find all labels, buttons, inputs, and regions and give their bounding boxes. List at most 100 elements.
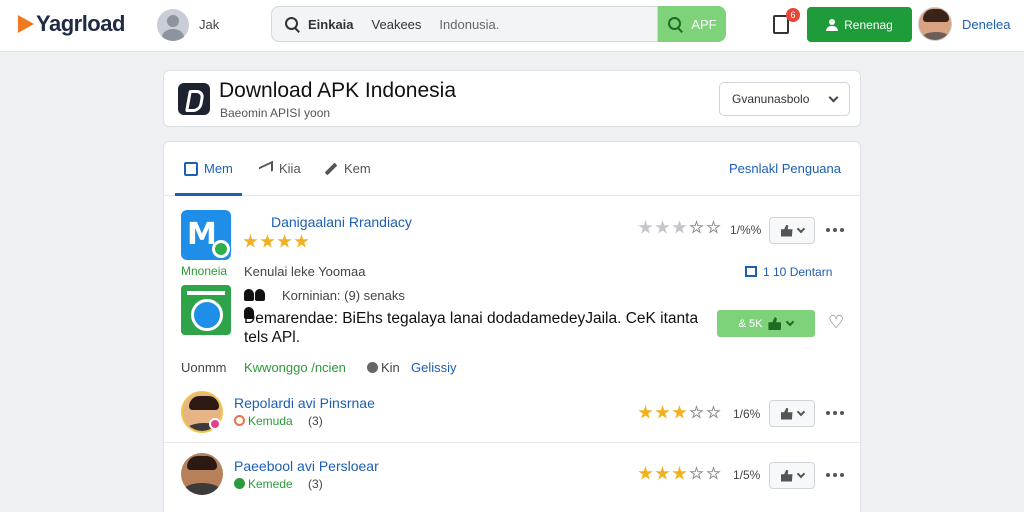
thumbs-up-icon <box>184 161 198 176</box>
post-category[interactable]: Kwwonggo /ncien <box>244 360 346 375</box>
thumbs-up-icon <box>780 469 793 482</box>
site-logo[interactable]: Yagrload <box>18 11 125 37</box>
star-icon <box>638 220 653 234</box>
register-label: Renenag <box>844 17 893 32</box>
green-like-button[interactable]: & 5K <box>717 310 815 337</box>
star-icon <box>655 466 670 480</box>
sort-select-value: Gvanunasbolo <box>732 92 810 106</box>
download-count-text: 1 10 Dentarn <box>763 265 833 279</box>
chevron-down-icon <box>786 317 795 327</box>
star-icon <box>638 405 653 419</box>
app-star-rating <box>243 234 309 249</box>
tab-right-link[interactable]: Pesnlakl Penguana <box>729 161 841 176</box>
star-icon <box>260 234 275 248</box>
reviewer-meta-text: Kemuda <box>248 414 293 428</box>
heart-icon[interactable] <box>828 312 844 333</box>
user-avatar[interactable] <box>157 9 189 41</box>
review-stars <box>638 405 721 420</box>
star-icon <box>672 220 687 234</box>
app-description: Kenulai leke Yoomaa <box>244 264 366 279</box>
star-outline-icon <box>689 220 704 235</box>
post-link[interactable]: Gelissiy <box>411 360 457 375</box>
review-rating-percent: 1/6% <box>733 407 761 421</box>
reviewer-meta: Kemede (3) <box>234 477 323 491</box>
row-divider <box>164 442 860 443</box>
download-count: 1 10 Dentarn <box>745 265 832 279</box>
tab-kem[interactable]: Kem <box>324 161 371 176</box>
tab-label: Kiia <box>279 161 301 176</box>
star-icon <box>655 220 670 234</box>
play-logo-icon <box>18 15 34 33</box>
reviewer-name[interactable]: Repolardi avi Pinsrnae <box>234 395 375 411</box>
platform-label: Mnoneia <box>181 264 228 278</box>
page-title: Download APK Indonesia <box>219 79 456 102</box>
chevron-down-icon <box>796 224 805 234</box>
star-outline-icon <box>689 405 704 420</box>
search-chip[interactable]: Einkaia <box>308 17 354 32</box>
like-button[interactable] <box>769 217 815 244</box>
post-icon[interactable] <box>181 285 231 335</box>
like-button[interactable] <box>769 400 815 427</box>
notification-badge: 6 <box>786 8 800 22</box>
profile-name[interactable]: Denelea <box>962 17 1010 32</box>
top-bar: Yagrload Jak Einkaia Veakees Indonusia. … <box>0 0 1024 52</box>
more-options-icon[interactable] <box>826 228 844 232</box>
search-button-label: APF <box>691 16 717 32</box>
star-icon <box>655 405 670 419</box>
page-header-card: Download APK Indonesia Baeomin APISI yoo… <box>163 70 861 127</box>
tab-bar: Mem Kiia Kem Pesnlakl Penguana <box>164 142 860 196</box>
search-icon <box>284 16 300 32</box>
post-author[interactable]: Uonmm <box>181 360 227 375</box>
star-icon <box>672 466 687 480</box>
profile-avatar[interactable] <box>918 7 952 41</box>
star-outline-icon <box>706 405 721 420</box>
more-options-icon[interactable] <box>826 473 844 477</box>
search-input[interactable]: Einkaia Veakees Indonusia. <box>271 6 658 42</box>
app-icon[interactable]: M <box>181 210 231 260</box>
tab-label: Mem <box>204 161 233 176</box>
thumbs-up-icon <box>780 224 793 237</box>
reviewer-badge-icon <box>209 418 221 430</box>
chevron-down-icon <box>796 407 805 417</box>
page-subtitle: Baeomin APISI yoon <box>220 106 331 120</box>
star-outline-icon <box>689 466 704 481</box>
content-card: Mem Kiia Kem Pesnlakl Penguana M Danigaa… <box>163 141 861 512</box>
star-icon <box>294 234 309 248</box>
reviewer-meta-text: Kemede <box>248 477 293 491</box>
elephant-icon <box>244 288 276 319</box>
chevron-down-icon <box>828 92 839 103</box>
grid-icon <box>745 266 757 277</box>
reviewer-count: (3) <box>308 477 323 491</box>
star-icon <box>638 466 653 480</box>
app-name[interactable]: Danigaalani Rrandiacy <box>271 214 412 230</box>
like-count: & 5K <box>738 317 763 330</box>
tab-mem[interactable]: Mem <box>184 161 233 176</box>
star-icon <box>672 405 687 419</box>
app-rating-percent: 1/%% <box>730 223 762 237</box>
sort-select[interactable]: Gvanunasbolo <box>719 82 850 116</box>
reviewer-count: (3) <box>308 414 323 428</box>
thumbs-up-icon <box>768 317 782 330</box>
user-name[interactable]: Jak <box>199 17 219 32</box>
post-text: Demarendae: BiEhs tegalaya lanai dodadam… <box>244 310 699 346</box>
search-chip[interactable]: Veakees <box>372 17 422 32</box>
review-stars <box>638 466 721 481</box>
clock-icon <box>367 362 378 373</box>
badge-icon <box>234 415 245 426</box>
register-button[interactable]: Renenag <box>807 7 912 42</box>
reviewer-name[interactable]: Paeebool avi Persloear <box>234 458 379 474</box>
pencil-icon <box>324 162 338 175</box>
tab-kiia[interactable]: Kiia <box>259 160 301 177</box>
post-tag: Kin <box>367 360 400 375</box>
like-button[interactable] <box>769 462 815 489</box>
post-tag-text: Kin <box>381 360 400 375</box>
reviewer-avatar[interactable] <box>181 453 223 495</box>
search-chip[interactable]: Indonusia. <box>439 17 499 32</box>
app-logo-icon <box>178 83 210 115</box>
active-tab-indicator <box>175 193 242 196</box>
search-icon <box>667 16 683 32</box>
app-rating-stars <box>638 220 721 235</box>
more-options-icon[interactable] <box>826 411 844 415</box>
thumbs-up-icon <box>780 407 793 420</box>
search-button[interactable]: APF <box>658 6 726 42</box>
